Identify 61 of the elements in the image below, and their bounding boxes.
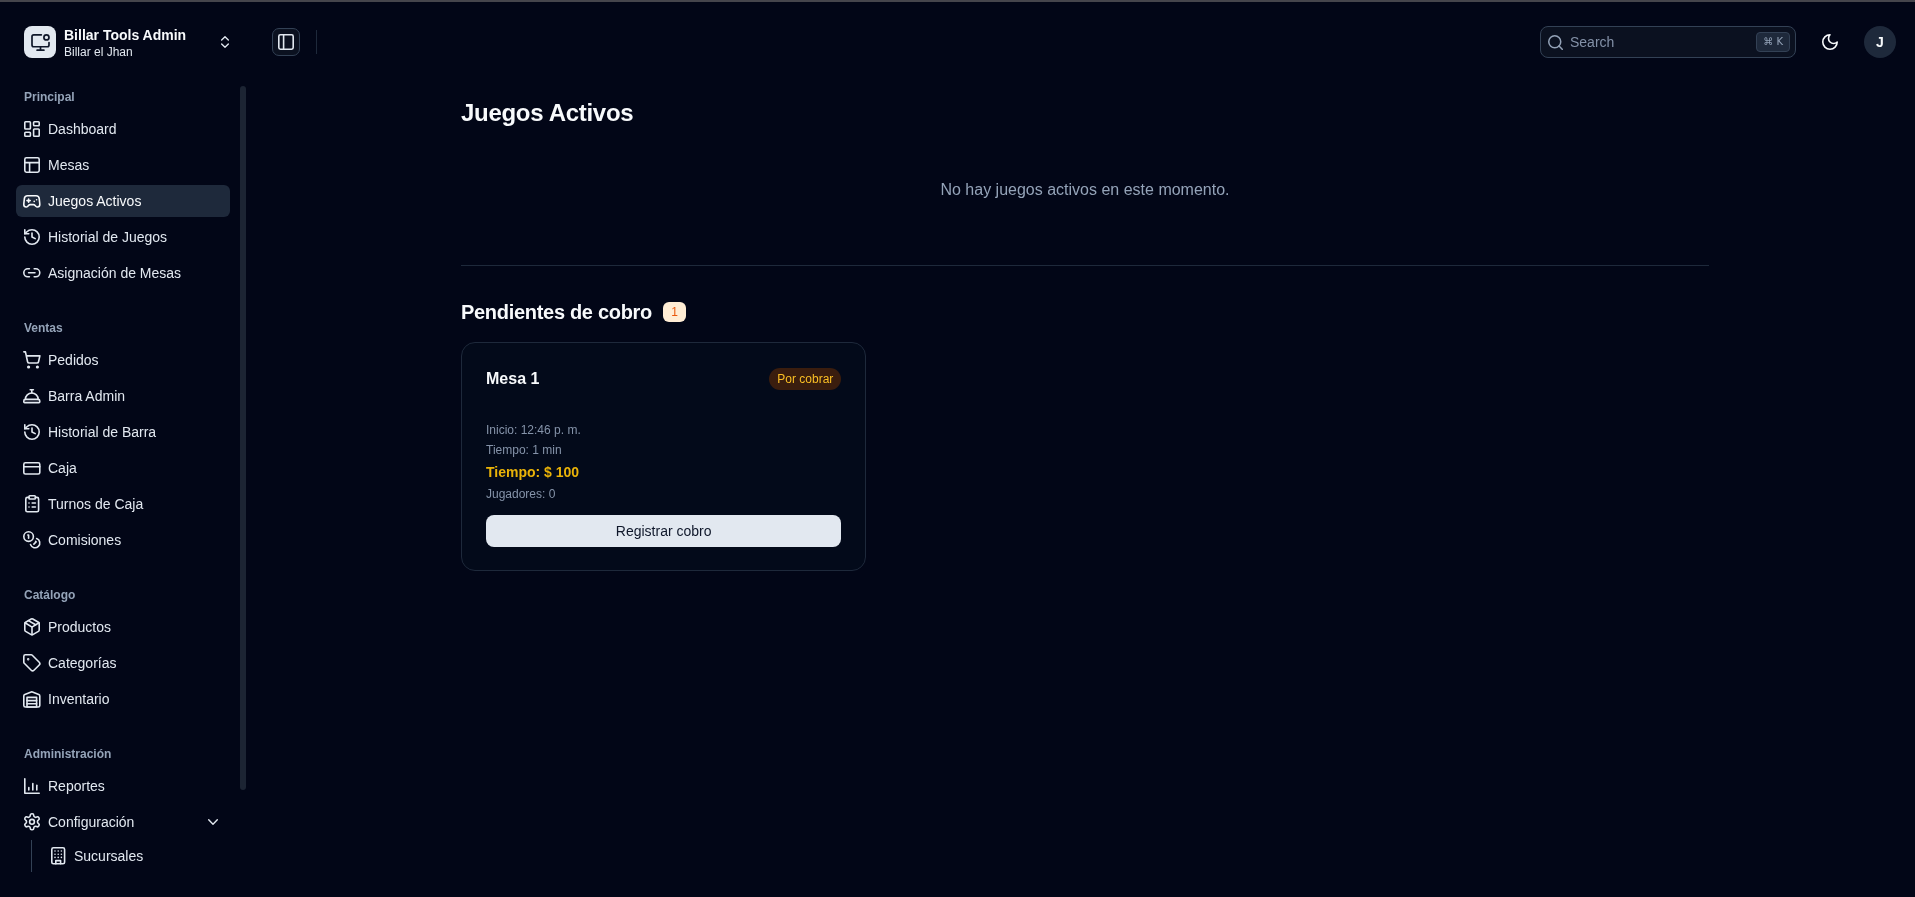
package-icon (24, 618, 40, 636)
service-bell-icon (23, 388, 41, 404)
nav-item[interactable]: Configuración (16, 806, 230, 838)
detail-text: Jugadores: 0 (486, 486, 557, 503)
count-badge: 1 (663, 302, 686, 322)
nav-item[interactable]: Juegos Activos (16, 185, 230, 217)
team-name: Billar Tools Admin (64, 26, 187, 44)
page-title: Juegos Activos (461, 98, 635, 128)
moon-icon[interactable] (1822, 34, 1838, 50)
nav-item[interactable]: Historial de Barra (16, 416, 230, 448)
clipboard-icon (24, 495, 40, 513)
chevron-down-icon[interactable] (208, 819, 218, 825)
group-label: Ventas (23, 320, 64, 337)
nav-subitem[interactable]: Sucursales (42, 840, 230, 872)
nav-item[interactable]: Mesas (16, 149, 230, 181)
shortcut-hint: ⌘ K (1756, 32, 1790, 52)
nav-item[interactable]: Historial de Juegos (16, 221, 230, 253)
nav-item[interactable]: Asignación de Mesas (16, 257, 230, 289)
nav-item[interactable]: Categorías (16, 647, 230, 679)
register-payment-button[interactable]: Registrar cobro (486, 515, 842, 547)
detail-text: Inicio: 12:46 p. m. (486, 422, 582, 439)
nav-item[interactable]: Comisiones (16, 524, 230, 556)
cart-icon (23, 351, 41, 369)
nav-item[interactable]: Inventario (16, 683, 230, 715)
nav-item[interactable]: Dashboard (16, 113, 230, 145)
nav-item[interactable]: Caja (16, 452, 230, 484)
credit-card-icon (23, 461, 41, 475)
group-label: Administración (23, 746, 113, 763)
history-icon (24, 229, 40, 245)
link-icon (23, 268, 41, 278)
coins-icon (23, 531, 41, 549)
gamepad-icon (23, 194, 41, 208)
nav-item[interactable]: Productos (16, 611, 230, 643)
user-avatar[interactable]: J (1864, 26, 1896, 58)
history-icon (24, 424, 40, 440)
group-label: Principal (23, 89, 76, 106)
grid-icon (24, 121, 40, 137)
table-icon (24, 157, 40, 173)
tag-icon (23, 654, 41, 672)
detail-text: Tiempo: 1 min (486, 442, 563, 459)
search-icon (1548, 35, 1563, 50)
nav-item[interactable]: Turnos de Caja (16, 488, 230, 520)
amount-text: Tiempo: $ 100 (486, 463, 581, 482)
nav-item[interactable]: Reportes (16, 770, 230, 802)
chevrons-up-down-icon[interactable] (221, 36, 229, 48)
scrollbar-thumb[interactable] (240, 86, 246, 790)
panel-icon (278, 34, 294, 50)
bar-chart-icon (24, 778, 40, 794)
nav-item[interactable]: Pedidos (16, 344, 230, 376)
building-icon (50, 847, 66, 865)
nav-item[interactable]: Barra Admin (16, 380, 230, 412)
status-badge: Por cobrar (769, 368, 842, 390)
empty-message: No hay juegos activos en este momento. (939, 180, 1231, 200)
section-title: Pendientes de cobro (461, 300, 652, 325)
settings-icon (24, 813, 40, 831)
team-subtitle: Billar el Jhan (64, 44, 134, 60)
monitor-icon (24, 26, 56, 58)
sidebar-toggle-button[interactable] (272, 28, 300, 56)
table-name: Mesa 1 (486, 370, 540, 388)
group-label: Catálogo (23, 587, 77, 604)
warehouse-icon (23, 690, 41, 708)
